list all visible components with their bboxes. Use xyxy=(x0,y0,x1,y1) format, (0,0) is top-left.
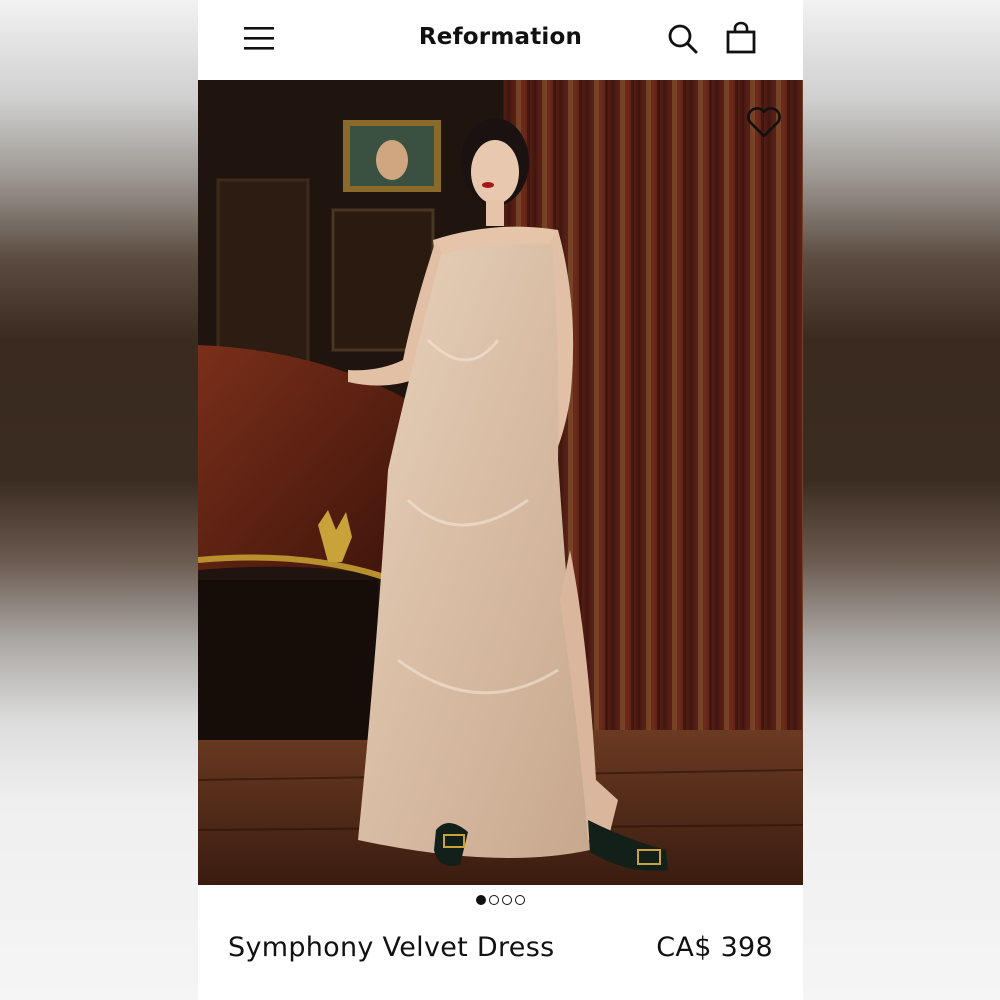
phone-screen: Reformation Symphony Velvet Dress CA$ 39… xyxy=(198,0,803,1000)
search-icon[interactable] xyxy=(666,20,700,56)
heart-icon[interactable] xyxy=(744,104,784,140)
product-image[interactable] xyxy=(198,80,803,885)
product-name: Symphony Velvet Dress xyxy=(228,932,555,963)
carousel-dot[interactable] xyxy=(502,895,512,905)
top-nav-bar: Reformation xyxy=(198,0,803,80)
carousel-dot[interactable] xyxy=(476,895,486,905)
carousel-indicator xyxy=(198,895,803,911)
product-photo-illustration xyxy=(198,80,803,885)
brand-logo[interactable]: Reformation xyxy=(198,24,803,50)
carousel-dot[interactable] xyxy=(515,895,525,905)
shopping-bag-icon[interactable] xyxy=(724,20,758,56)
carousel-dot[interactable] xyxy=(489,895,499,905)
product-price: CA$ 398 xyxy=(656,932,773,963)
